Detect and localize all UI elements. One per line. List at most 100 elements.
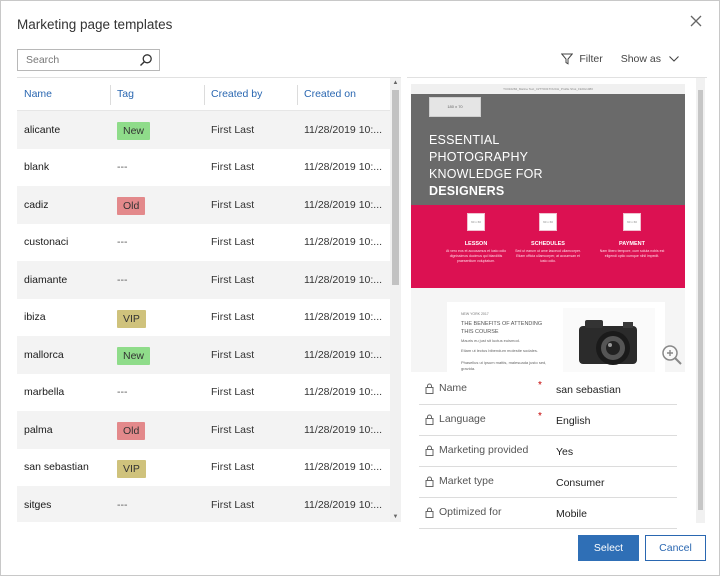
- cell-created-on: 11/28/2019 10:...: [304, 198, 383, 211]
- feature-image-placeholder: 60 x 60: [467, 213, 485, 231]
- cell-tag: New: [110, 119, 204, 141]
- grid-scrollbar-thumb[interactable]: [392, 90, 399, 285]
- cell-name: cadiz: [24, 198, 49, 211]
- select-button[interactable]: Select: [578, 535, 639, 561]
- property-value: Mobile: [556, 508, 587, 520]
- cell-name: palma: [24, 423, 53, 436]
- cell-created-on: 11/28/2019 10:...: [304, 386, 383, 399]
- cell-tag: ---: [110, 161, 204, 173]
- cell-tag: Old: [110, 194, 204, 216]
- close-icon[interactable]: [689, 15, 703, 29]
- table-row[interactable]: san sebastian VIP First Last 11/28/2019 10:…: [17, 449, 390, 487]
- filter-button[interactable]: Filter: [561, 53, 603, 65]
- cell-tag: ---: [110, 499, 204, 511]
- property-label-text: Marketing provided: [439, 444, 529, 456]
- table-row[interactable]: mallorca New First Last 11/28/2019 10:...: [17, 336, 390, 374]
- preview-feature: 60 x 60 PAYMENT Nam libero tempore, cum …: [597, 213, 667, 259]
- filter-label: Filter: [579, 53, 603, 65]
- tag-badge: New: [117, 347, 151, 366]
- property-row: Language * English: [419, 405, 677, 436]
- tag-badge: New: [117, 122, 151, 141]
- column-header-tag[interactable]: Tag: [110, 78, 204, 110]
- feature-text: At vero eos et accusamus et iusto odio d…: [445, 249, 507, 263]
- cell-created-on: 11/28/2019 10:...: [304, 461, 383, 474]
- preview-feature: 60 x 60 SCHEDULES Sed ut earum ut ame la…: [513, 213, 583, 264]
- feature-image-placeholder: 60 x 60: [623, 213, 641, 231]
- table-row[interactable]: marbella --- First Last 11/28/2019 10:...: [17, 374, 390, 412]
- table-row[interactable]: ibiza VIP First Last 11/28/2019 10:...: [17, 299, 390, 337]
- property-label-text: Market type: [439, 475, 494, 487]
- property-label: Optimized for: [425, 506, 501, 518]
- chevron-down-icon: [669, 56, 679, 62]
- search-input[interactable]: [18, 50, 128, 70]
- cell-name: mallorca: [24, 348, 64, 361]
- scroll-down-arrow-icon[interactable]: ▼: [392, 514, 399, 521]
- templates-grid: Name Tag Created by Created on alicante N…: [17, 77, 401, 522]
- property-row: Name * san sebastian: [419, 374, 677, 405]
- feature-text: Nam libero tempore, cum soluta nobis est…: [599, 249, 665, 258]
- preview-logo-placeholder: 180 x 70: [429, 97, 481, 117]
- cell-created-on: 11/28/2019 10:...: [304, 273, 383, 286]
- table-row[interactable]: cadiz Old First Last 11/28/2019 10:...: [17, 186, 390, 224]
- cell-created-by: First Last: [211, 311, 255, 324]
- table-row[interactable]: sitges --- First Last 11/28/2019 10:...: [17, 486, 390, 522]
- feature-text: Sed ut earum ut ame lasceud ullamcorper.…: [515, 249, 581, 263]
- cell-name: ibiza: [24, 311, 46, 324]
- cell-created-on: 11/28/2019 10:...: [304, 423, 383, 436]
- feature-label: LESSON: [464, 241, 488, 247]
- tag-empty: ---: [117, 161, 128, 174]
- close-icon-glyph: [690, 15, 702, 27]
- table-row[interactable]: palma Old First Last 11/28/2019 10:...: [17, 411, 390, 449]
- marketing-page-templates-dialog: Marketing page templates Filter Show as …: [0, 0, 720, 576]
- property-label-text: Language: [439, 413, 486, 425]
- card-list-item: Etiam ut lectus bibendum molestie sodale…: [461, 348, 538, 353]
- table-row[interactable]: alicante New First Last 11/28/2019 10:...: [17, 111, 390, 149]
- property-row: Marketing provided Yes: [419, 436, 677, 467]
- card-heading: THE BENEFITS OF ATTENDING THIS COURSE: [461, 321, 543, 335]
- table-row[interactable]: diamante --- First Last 11/28/2019 10:...: [17, 261, 390, 299]
- lock-icon: [425, 414, 434, 425]
- cancel-button[interactable]: Cancel: [645, 535, 706, 561]
- table-row[interactable]: blank --- First Last 11/28/2019 10:...: [17, 149, 390, 187]
- show-as-button[interactable]: Show as: [621, 53, 679, 65]
- cell-created-by: First Last: [211, 461, 255, 474]
- property-label: Language: [425, 413, 486, 425]
- table-row[interactable]: custonaci --- First Last 11/28/2019 10:...: [17, 224, 390, 262]
- cell-name: san sebastian: [24, 461, 89, 474]
- tag-badge: Old: [117, 422, 146, 441]
- property-value: English: [556, 415, 591, 427]
- tag-empty: ---: [117, 273, 128, 286]
- cell-name: blank: [24, 161, 50, 174]
- property-value: san sebastian: [556, 384, 621, 396]
- grid-scrollbar[interactable]: ▲ ▼: [390, 78, 401, 522]
- feature-image-placeholder: 60 x 60: [539, 213, 557, 231]
- feature-label: SCHEDULES: [531, 241, 565, 247]
- cell-created-on: 11/28/2019 10:...: [304, 161, 383, 174]
- property-label-text: Name: [439, 382, 468, 394]
- preview-scrollbar-thumb[interactable]: [698, 90, 703, 510]
- grid-toolbar: Filter Show as: [561, 53, 679, 65]
- property-row: Market type Consumer: [419, 467, 677, 498]
- preview-scrollbar[interactable]: [696, 78, 705, 523]
- cell-created-by: First Last: [211, 386, 255, 399]
- lock-icon: [425, 445, 434, 456]
- zoom-in-icon[interactable]: [661, 344, 683, 366]
- preview-headline-line: ESSENTIAL: [429, 133, 500, 147]
- preview-benefits-card: NEW YORK 2017 THE BENEFITS OF ATTENDING …: [447, 302, 665, 372]
- property-row: Optimized for Mobile: [419, 498, 677, 529]
- cell-created-by: First Last: [211, 236, 255, 249]
- card-small-text: NEW YORK 2017: [461, 312, 489, 316]
- cell-tag: VIP: [110, 307, 204, 328]
- column-header-created-on[interactable]: Created on: [297, 78, 390, 110]
- search-icon[interactable]: [139, 53, 153, 67]
- lock-icon: [425, 476, 434, 487]
- column-header-created-by[interactable]: Created by: [204, 78, 297, 110]
- cell-created-on: 11/28/2019 10:...: [304, 311, 383, 324]
- cell-created-on: 11/28/2019 10:...: [304, 123, 383, 136]
- template-preview-image: TC010284_Marine Text_InfTTO01TOUCH_Profi…: [411, 84, 685, 372]
- scroll-up-arrow-icon[interactable]: ▲: [392, 80, 399, 87]
- column-header-name[interactable]: Name: [17, 78, 110, 110]
- feature-label: PAYMENT: [619, 241, 645, 247]
- cell-created-on: 11/28/2019 10:...: [304, 348, 383, 361]
- template-properties: Name * san sebastian Language * English Market…: [419, 374, 677, 529]
